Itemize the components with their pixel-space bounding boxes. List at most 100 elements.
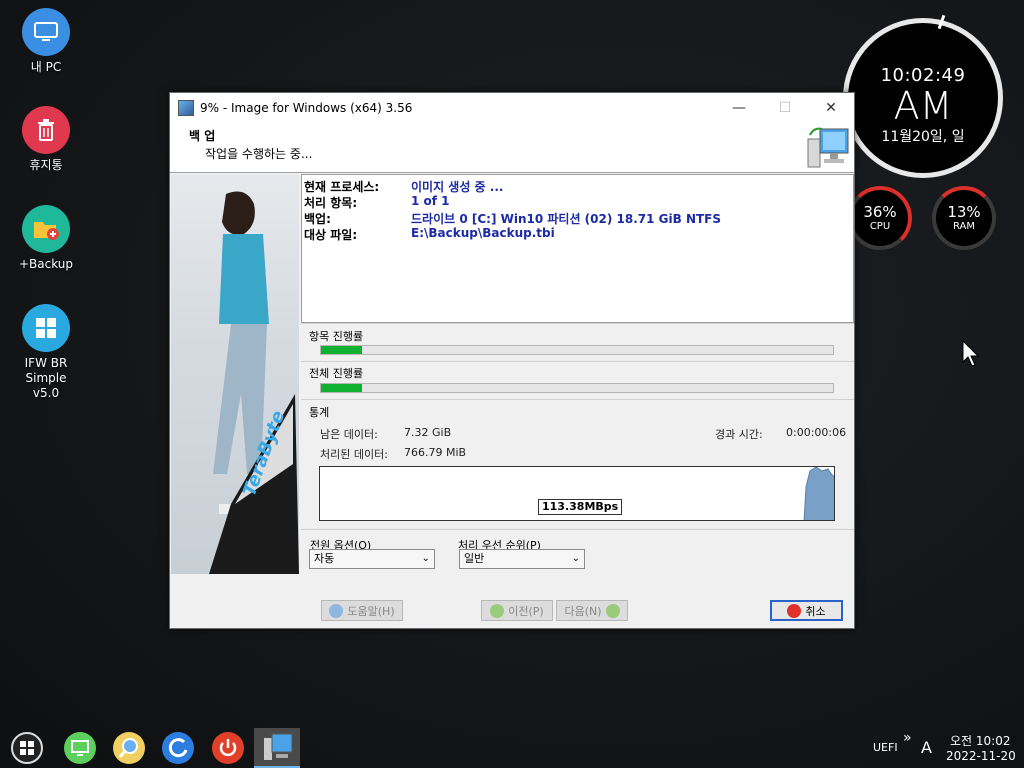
close-button[interactable]: ✕ — [808, 93, 854, 123]
taskbar-app-image-for-windows[interactable] — [254, 728, 300, 768]
windows-logo-icon — [22, 304, 70, 352]
model-photo-icon — [209, 191, 299, 574]
tray-overflow-chevron[interactable]: » — [903, 730, 912, 746]
item-progress-caption: 항목 진행률 — [301, 328, 854, 344]
start-button[interactable] — [11, 732, 43, 764]
tray-uefi: UEFI — [873, 741, 898, 754]
info-key: 처리 항목: — [304, 196, 358, 210]
elapsed-value: 0:00:00:06 — [786, 426, 847, 439]
help-button-label: 도움말(H) — [347, 604, 395, 618]
tray-date[interactable]: 2022-11-20 — [946, 749, 1016, 763]
next-button-label: 다음(N) — [564, 604, 602, 618]
wizard-header: 백 업 작업을 수행하는 중... — [170, 123, 854, 173]
cpu-gauge: 36% CPU — [848, 186, 912, 250]
power-options-select[interactable]: 자동 ⌄ — [309, 549, 435, 569]
app-icon — [178, 100, 194, 116]
cancel-button-label: 취소 — [805, 604, 826, 618]
window-title: 9% - Image for Windows (x64) 3.56 — [200, 101, 413, 115]
total-progress-caption: 전체 진행률 — [301, 365, 854, 381]
ram-gauge-label: RAM — [952, 221, 975, 232]
processed-label: 처리된 데이터: — [320, 448, 388, 461]
clock-gadget: 10:02:49 AM 11월20일, 일 — [843, 14, 1003, 178]
info-key: 현재 프로세스: — [304, 180, 380, 194]
info-row: 대상 파일: E:\Backup\Backup.tbi — [304, 226, 555, 242]
info-row: 현재 프로세스: 이미지 생성 중 ... — [304, 178, 503, 194]
item-progress-bar — [320, 345, 834, 355]
desktop-icon-recycle-bin[interactable]: 휴지통 — [5, 106, 87, 173]
divider — [301, 399, 854, 400]
divider — [301, 529, 854, 530]
clock-ampm: AM — [893, 84, 953, 128]
speed-label: 113.38MBps — [538, 499, 623, 515]
desktop-icon-ifw-br-simple[interactable]: IFW BR Simple v5.0 — [5, 304, 87, 401]
elapsed-label: 경과 시간: — [715, 428, 763, 441]
processed-value: 766.79 MiB — [404, 446, 467, 459]
total-progress-fill — [321, 384, 362, 392]
image-for-windows-window: 9% - Image for Windows (x64) 3.56 — ☐ ✕ … — [169, 92, 855, 629]
prev-button-label: 이전(P) — [508, 604, 544, 618]
desktop-icon-label: IFW BR Simple — [24, 356, 68, 385]
divider — [301, 361, 854, 362]
backup-computer-icon — [264, 733, 293, 760]
help-icon — [329, 603, 344, 618]
taskbar: UEFI » A 오전 10:02 2022-11-20 — [0, 728, 1024, 768]
clock-date: 11월20일, 일 — [881, 129, 965, 145]
info-key: 백업: — [304, 212, 331, 226]
taskbar-explorer-button[interactable] — [64, 732, 96, 764]
wizard-header-title: 백 업 — [189, 129, 216, 143]
info-row: 백업: 드라이브 0 [C:] Win10 파티션 (02) 18.71 GiB… — [304, 210, 721, 226]
windows-logo-icon — [20, 741, 34, 755]
stats-caption: 통계 — [301, 404, 854, 420]
throughput-graph: 113.38MBps — [319, 466, 835, 521]
desktop-icon-label: +Backup — [18, 257, 74, 271]
tray-time[interactable]: 오전 10:02 — [950, 732, 1010, 749]
mouse-cursor-icon — [962, 340, 980, 367]
minimize-button[interactable]: — — [716, 93, 762, 123]
item-progress-label: 항목 진행률 — [309, 330, 364, 343]
desktop-icon-backup[interactable]: +Backup — [5, 205, 87, 272]
ram-gauge-value: 13% — [947, 203, 981, 221]
help-button[interactable]: 도움말(H) — [321, 600, 403, 621]
backup-computer-icon — [807, 127, 849, 168]
item-progress-fill — [321, 346, 362, 354]
info-value: E:\Backup\Backup.tbi — [411, 226, 555, 240]
divider — [301, 323, 854, 324]
total-progress-bar — [320, 383, 834, 393]
cpu-gauge-value: 36% — [863, 203, 897, 221]
info-key: 대상 파일: — [304, 228, 358, 242]
monitor-icon — [22, 8, 70, 56]
priority-select[interactable]: 일반 ⌄ — [459, 549, 585, 569]
tray-ime-indicator[interactable]: A — [921, 738, 932, 757]
cpu-gauge-label: CPU — [869, 221, 891, 232]
clock-tick-mark — [937, 14, 946, 30]
clock-time: 10:02:49 — [880, 65, 966, 86]
prev-button[interactable]: 이전(P) — [481, 600, 553, 621]
info-value: 이미지 생성 중 ... — [411, 180, 504, 194]
info-value: 드라이브 0 [C:] Win10 파티션 (02) 18.71 GiB NTF… — [411, 212, 722, 226]
priority-value: 일반 — [464, 552, 485, 565]
folder-plus-icon — [22, 205, 70, 253]
wizard-header-subtitle: 작업을 수행하는 중... — [205, 147, 313, 161]
monitor-icon — [71, 740, 89, 756]
remaining-label: 남은 데이터: — [320, 428, 378, 441]
remaining-value: 7.32 GiB — [404, 426, 452, 439]
search-icon — [118, 738, 138, 758]
taskbar-search-button[interactable] — [113, 732, 145, 764]
ram-gauge: 13% RAM — [932, 186, 996, 250]
refresh-icon — [168, 738, 188, 758]
maximize-button[interactable]: ☐ — [762, 93, 808, 123]
next-button[interactable]: 다음(N) — [556, 600, 628, 621]
power-options-value: 자동 — [314, 552, 335, 565]
title-bar[interactable]: 9% - Image for Windows (x64) 3.56 — ☐ ✕ — [170, 93, 854, 123]
desktop-icon-label: 휴지통 — [29, 158, 63, 172]
chevron-down-icon: ⌄ — [571, 553, 580, 564]
info-value: 1 of 1 — [411, 194, 450, 208]
stop-icon — [787, 603, 802, 618]
taskbar-power-button[interactable] — [212, 732, 244, 764]
taskbar-refresh-button[interactable] — [162, 732, 194, 764]
process-info-panel: 현재 프로세스: 이미지 생성 중 ... 처리 항목: 1 of 1 백업: … — [301, 174, 854, 323]
power-icon — [219, 739, 237, 757]
branding-image: TeraByte — [171, 174, 299, 574]
desktop-icon-my-pc[interactable]: 내 PC — [5, 8, 87, 75]
cancel-button[interactable]: 취소 — [770, 600, 843, 621]
